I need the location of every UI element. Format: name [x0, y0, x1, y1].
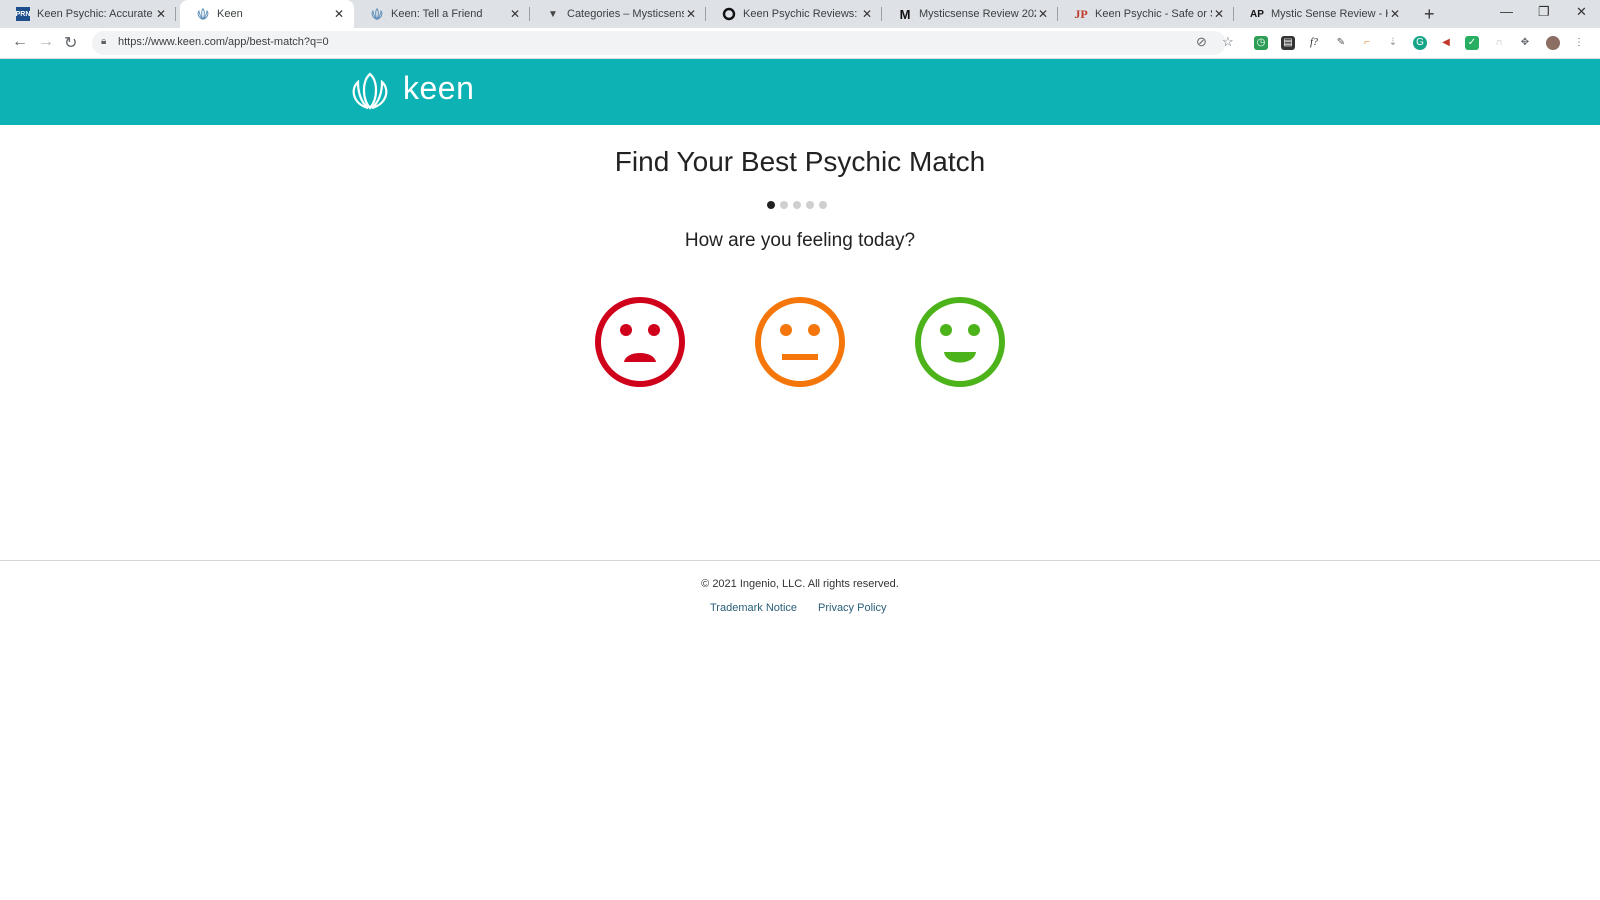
page-title: Find Your Best Psychic Match — [614, 146, 986, 177]
extension-icon[interactable]: ∩ — [1492, 36, 1506, 50]
tab-title: Keen — [217, 8, 243, 20]
neutral-face-icon — [755, 297, 845, 387]
browser-tab[interactable]: Keen Psychic Reviews: Is Ke ✕ — [706, 0, 882, 28]
extension-icon[interactable]: ✓ — [1465, 36, 1479, 50]
bookmark-star-icon[interactable]: ☆ — [1222, 34, 1234, 50]
tab-title: Categories – Mysticsense — [567, 8, 684, 20]
keen-lotus-icon — [370, 7, 384, 21]
tab-title: Mysticsense Review 2021 – — [919, 8, 1036, 20]
mysticsense-icon: ▼ — [548, 8, 558, 20]
megaphone-icon[interactable]: ◀ — [1439, 36, 1453, 50]
restore-icon[interactable]: ❐ — [1538, 4, 1550, 20]
extension-icon[interactable]: ⌐ — [1360, 36, 1374, 50]
copyright-text: © 2021 Ingenio, LLC. All rights reserved… — [701, 578, 899, 590]
extension-icon[interactable]: ▤ — [1281, 36, 1295, 50]
tab-title: Keen Psychic: Accurate Onli — [37, 8, 154, 20]
privacy-policy-link[interactable]: Privacy Policy — [818, 602, 886, 614]
footer-divider — [0, 560, 1600, 561]
close-tab-icon[interactable]: ✕ — [1388, 7, 1402, 21]
keen-logo-icon[interactable] — [348, 71, 392, 116]
neutral-face-button[interactable] — [754, 296, 846, 388]
close-tab-icon[interactable]: ✕ — [154, 7, 168, 21]
browser-tab[interactable]: AP Mystic Sense Review - How ✕ — [1234, 0, 1410, 28]
eye-slash-icon[interactable]: ⊘ — [1196, 34, 1207, 50]
progress-dot — [767, 201, 775, 209]
extension-icon[interactable]: f? — [1307, 36, 1321, 50]
menu-icon[interactable]: ⋮ — [1572, 36, 1586, 50]
happy-face-icon — [915, 297, 1005, 387]
minimize-icon[interactable]: — — [1500, 4, 1513, 19]
close-tab-icon[interactable]: ✕ — [684, 7, 698, 21]
jp-icon: JP — [1074, 6, 1088, 21]
medium-m-icon: M — [899, 6, 911, 22]
tab-title: Keen Psychic - Safe or SCAM — [1095, 8, 1212, 20]
close-tab-icon[interactable]: ✕ — [332, 7, 346, 21]
site-header: keen — [0, 59, 1600, 125]
close-tab-icon[interactable]: ✕ — [1212, 7, 1226, 21]
new-tab-icon[interactable]: + — [1424, 5, 1435, 23]
trademark-notice-link[interactable]: Trademark Notice — [710, 602, 797, 614]
progress-dot — [819, 201, 827, 209]
browser-tab[interactable]: ▼ Categories – Mysticsense ✕ — [530, 0, 706, 28]
close-tab-icon[interactable]: ✕ — [1036, 7, 1050, 21]
progress-dots — [767, 201, 827, 209]
progress-dot — [793, 201, 801, 209]
browser-tab-strip: PRN Keen Psychic: Accurate Onli ✕ Keen ✕… — [0, 0, 1600, 28]
reload-icon[interactable]: ↻ — [64, 33, 77, 53]
browser-tab[interactable]: JP Keen Psychic - Safe or SCAM ✕ — [1058, 0, 1234, 28]
extension-icon[interactable]: ◷ — [1254, 36, 1268, 50]
address-bar[interactable]: 🔒︎ https://www.keen.com/app/best-match?q… — [92, 31, 1234, 55]
happy-face-button[interactable] — [914, 296, 1006, 388]
tab-title: Keen: Tell a Friend — [391, 8, 483, 20]
tab-title: Mystic Sense Review - How — [1271, 8, 1388, 20]
grammarly-icon[interactable]: G — [1413, 36, 1427, 50]
prn-icon: PRN — [16, 7, 30, 21]
lock-icon: 🔒︎ — [101, 36, 107, 47]
question-text: How are you feeling today? — [684, 230, 916, 251]
logo-text[interactable]: keen — [403, 70, 474, 107]
progress-dot — [806, 201, 814, 209]
close-tab-icon[interactable]: ✕ — [860, 7, 874, 21]
forward-icon[interactable]: → — [38, 33, 54, 51]
keen-lotus-icon — [196, 7, 210, 21]
progress-dot — [780, 201, 788, 209]
circle-o-icon — [722, 7, 736, 21]
close-window-icon[interactable]: ✕ — [1576, 4, 1587, 20]
back-icon[interactable]: ← — [12, 33, 28, 51]
eyedropper-icon[interactable]: ✎ — [1334, 36, 1348, 50]
puzzle-icon[interactable]: ✥ — [1518, 36, 1532, 50]
ap-icon: AP — [1250, 8, 1264, 20]
tab-title: Keen Psychic Reviews: Is Ke — [743, 8, 860, 20]
close-tab-icon[interactable]: ✕ — [508, 7, 522, 21]
url-text[interactable]: https://www.keen.com/app/best-match?q=0 — [118, 36, 329, 48]
browser-tab[interactable]: Keen: Tell a Friend ✕ — [354, 0, 530, 28]
browser-tab[interactable]: PRN Keen Psychic: Accurate Onli ✕ — [0, 0, 176, 28]
browser-tab-active[interactable]: Keen ✕ — [180, 0, 354, 28]
avatar[interactable] — [1546, 36, 1560, 50]
browser-tab[interactable]: M Mysticsense Review 2021 – ✕ — [882, 0, 1058, 28]
sad-face-button[interactable] — [594, 296, 686, 388]
browser-toolbar: ← → ↻ 🔒︎ https://www.keen.com/app/best-m… — [0, 28, 1600, 59]
extension-icon[interactable]: ⇣ — [1386, 36, 1400, 50]
sad-face-icon — [595, 297, 685, 387]
